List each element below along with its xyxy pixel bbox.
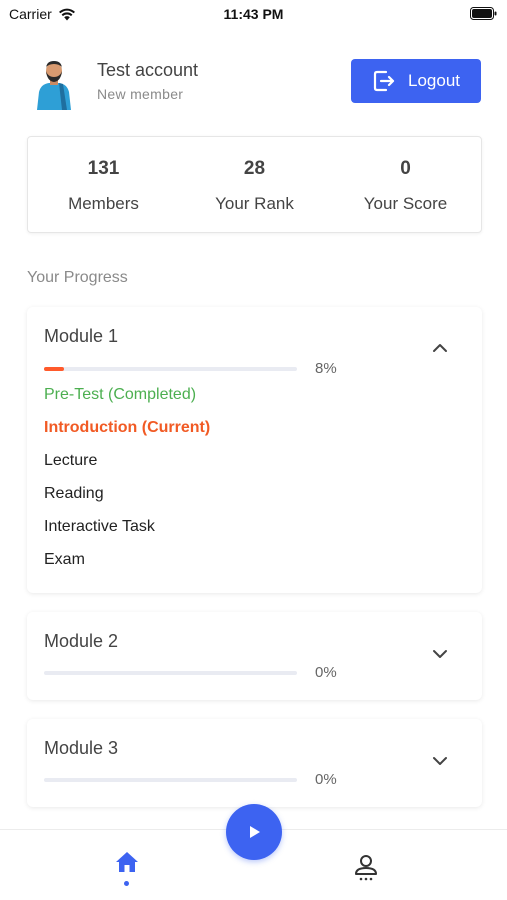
- progress-bar: [44, 671, 297, 675]
- module-card[interactable]: Module 2 0%: [27, 612, 482, 700]
- module-title: Module 3: [44, 738, 119, 758]
- progress-bar: [44, 778, 297, 782]
- person-avatar: [37, 61, 71, 110]
- active-tab-indicator: [124, 881, 129, 886]
- step-item[interactable]: Reading: [44, 484, 210, 517]
- stat-rank: 28 Your Rank: [179, 137, 330, 232]
- module-title[interactable]: Module 1: [44, 326, 118, 347]
- play-icon: [250, 826, 260, 838]
- profile-name: Test account: [97, 60, 199, 80]
- logout-icon: [373, 70, 395, 92]
- module-steps: Pre-Test (Completed) Introduction (Curre…: [44, 385, 210, 583]
- progress-fill: [44, 367, 65, 371]
- status-bar: Carrier 11:43 PM: [0, 0, 507, 30]
- stat-value: 28: [243, 158, 266, 179]
- step-item[interactable]: Introduction (Current): [44, 418, 210, 451]
- play-button[interactable]: [226, 804, 282, 860]
- profile-icon[interactable]: [354, 854, 378, 882]
- logout-button[interactable]: Logout: [351, 59, 481, 103]
- step-item[interactable]: Interactive Task: [44, 517, 210, 550]
- step-item[interactable]: Exam: [44, 550, 210, 583]
- profile-header: Test account New member Logout: [27, 55, 482, 110]
- stats-card: 131 Members 28 Your Rank 0 Your Score: [27, 136, 482, 233]
- battery-icon: [470, 7, 497, 20]
- module-title: Module 2: [44, 631, 119, 651]
- stat-label: Your Score: [363, 194, 448, 213]
- progress-section-title: Your Progress: [27, 269, 128, 286]
- stat-members: 131 Members: [28, 137, 179, 232]
- stat-score: 0 Your Score: [330, 137, 481, 232]
- stat-label: Your Rank: [215, 194, 294, 213]
- step-item[interactable]: Pre-Test (Completed): [44, 385, 210, 418]
- module-card[interactable]: Module 3 0%: [27, 719, 482, 807]
- progress-percent: 0%: [315, 664, 337, 681]
- member-status: New member: [97, 86, 184, 102]
- step-item[interactable]: Lecture: [44, 451, 210, 484]
- logout-label: Logout: [408, 71, 460, 90]
- home-icon[interactable]: [115, 850, 139, 874]
- progress-percent: 0%: [315, 771, 337, 788]
- progress-bar: [44, 367, 297, 371]
- chevron-down-icon[interactable]: [432, 649, 448, 659]
- chevron-up-icon[interactable]: [432, 343, 448, 353]
- stat-value: 131: [87, 158, 120, 179]
- status-time: 11:43 PM: [223, 6, 284, 22]
- progress-percent: 8%: [315, 360, 337, 377]
- chevron-down-icon[interactable]: [432, 756, 448, 766]
- stat-label: Members: [68, 194, 139, 213]
- module-card: Module 1 8% Pre-Test (Completed) Introdu…: [27, 307, 482, 593]
- stat-value: 0: [400, 158, 411, 179]
